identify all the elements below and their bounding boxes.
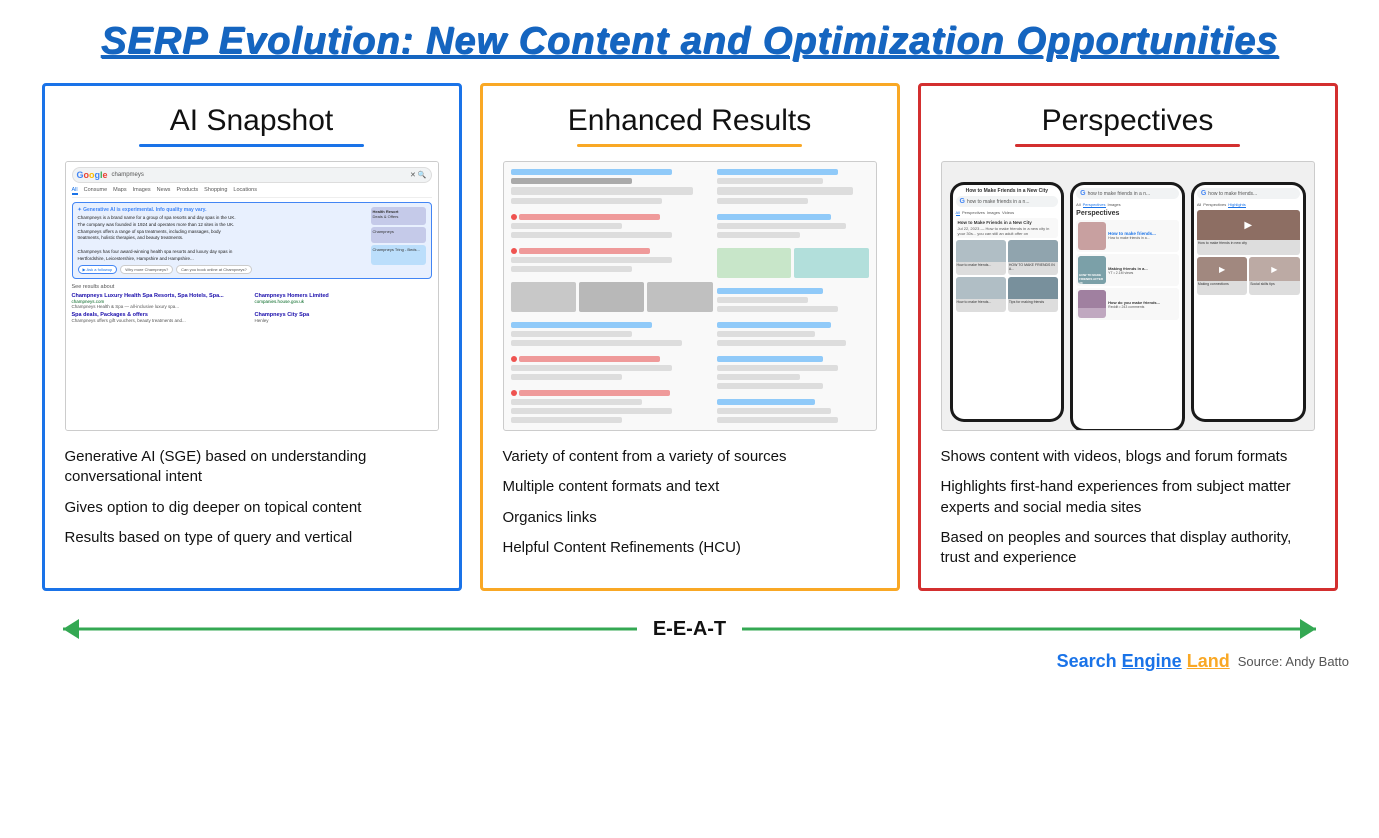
- bottom-section: E-E-A-T Search Engine Land Source: Andy …: [30, 609, 1349, 672]
- card-bullets-perspectives: Shows content with videos, blogs and for…: [941, 447, 1315, 568]
- eeat-label: E-E-A-T: [637, 618, 742, 641]
- footer-row: Search Engine Land Source: Andy Batto: [30, 651, 1349, 672]
- card-ai-snapshot: AI Snapshot Google champmeys ✕ 🔍 All Con…: [42, 83, 462, 591]
- card-perspectives: Perspectives How to Make Friends in a Ne…: [918, 83, 1338, 591]
- bullet-ai-2: Gives option to dig deeper on topical co…: [65, 498, 439, 518]
- eeat-arrow-container: E-E-A-T: [63, 609, 1316, 649]
- card-title-perspectives: Perspectives: [941, 104, 1315, 138]
- cards-container: AI Snapshot Google champmeys ✕ 🔍 All Con…: [30, 83, 1349, 591]
- page-title: SERP Evolution: New Content and Optimiza…: [30, 20, 1349, 63]
- bullet-enhanced-4: Helpful Content Refinements (HCU): [503, 538, 877, 558]
- phone-mock-1: How to Make Friends in a New City G how …: [950, 182, 1065, 422]
- bullet-ai-1: Generative AI (SGE) based on understandi…: [65, 447, 439, 488]
- card-title-enhanced: Enhanced Results: [503, 104, 877, 138]
- card-underline-perspectives: [1015, 144, 1239, 147]
- screenshot-enhanced-results: [503, 161, 877, 431]
- bullet-persp-2: Highlights first-hand experiences from s…: [941, 477, 1315, 518]
- card-bullets-enhanced: Variety of content from a variety of sou…: [503, 447, 877, 568]
- bullet-persp-3: Based on peoples and sources that displa…: [941, 528, 1315, 569]
- footer-logo: Search Engine Land: [1057, 651, 1230, 672]
- card-underline-ai-snapshot: [139, 144, 363, 147]
- card-bullets-ai-snapshot: Generative AI (SGE) based on understandi…: [65, 447, 439, 568]
- eeat-arrow-left: [63, 619, 79, 639]
- bullet-persp-1: Shows content with videos, blogs and for…: [941, 447, 1315, 467]
- footer-logo-engine: Engine: [1122, 651, 1182, 671]
- card-title-ai-snapshot: AI Snapshot: [65, 104, 439, 138]
- bullet-enhanced-2: Multiple content formats and text: [503, 477, 877, 497]
- footer-logo-search: Search: [1057, 651, 1117, 671]
- bullet-enhanced-3: Organics links: [503, 508, 877, 528]
- phone-mock-2: G how to make friends in a n... All Pers…: [1070, 182, 1185, 431]
- footer-logo-land: Land: [1187, 651, 1230, 671]
- bullet-enhanced-1: Variety of content from a variety of sou…: [503, 447, 877, 467]
- bullet-ai-3: Results based on type of query and verti…: [65, 528, 439, 548]
- card-underline-enhanced: [577, 144, 801, 147]
- footer-source: Source: Andy Batto: [1238, 654, 1349, 669]
- screenshot-ai-snapshot: Google champmeys ✕ 🔍 All ConsumeMapsImag…: [65, 161, 439, 431]
- screenshot-perspectives: How to Make Friends in a New City G how …: [941, 161, 1315, 431]
- eeat-arrow-right: [1300, 619, 1316, 639]
- phone-mock-3: G how to make friends... All Perspective…: [1191, 182, 1306, 422]
- card-enhanced-results: Enhanced Results: [480, 83, 900, 591]
